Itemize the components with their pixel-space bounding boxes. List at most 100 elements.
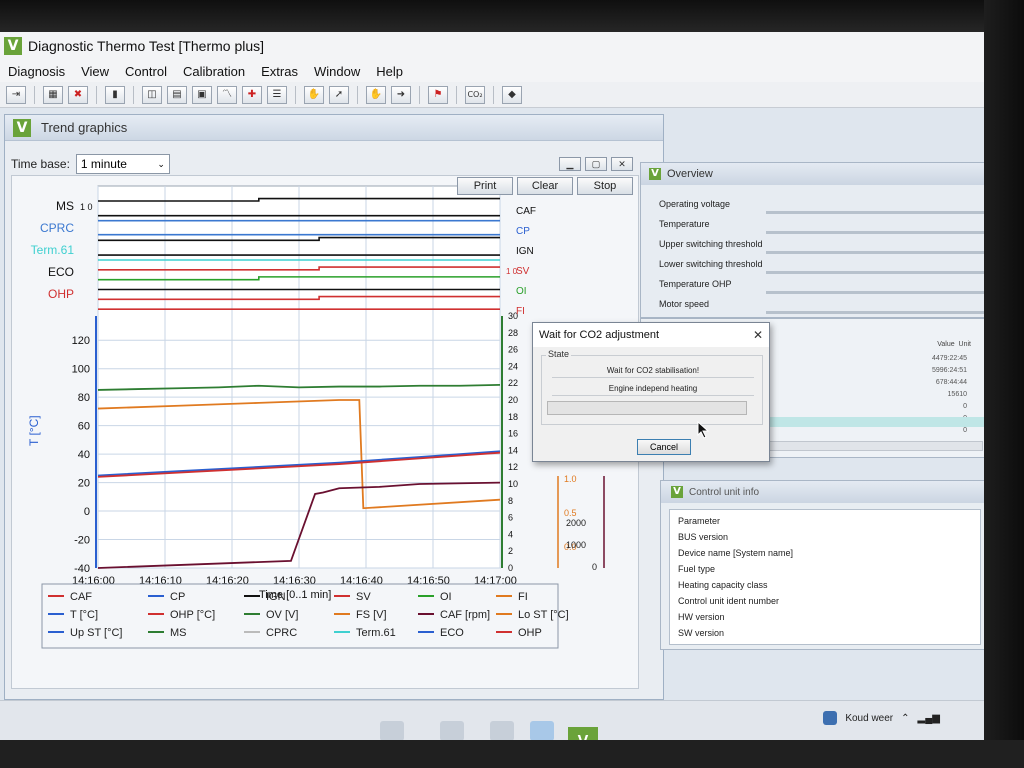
toolbar-separator (456, 85, 457, 104)
legend-label: OV [V] (266, 609, 298, 621)
y-left-tick-label: -20 (74, 535, 90, 547)
y-right-tick-label: 6 (508, 513, 513, 523)
hand-icon[interactable]: ✋ (304, 85, 324, 104)
overview-row-slider (766, 291, 996, 294)
flag-icon[interactable]: ⚑ (428, 85, 448, 104)
hand2-icon[interactable]: ✋ (366, 85, 386, 104)
co2-dialog-titlebar: Wait for CO2 adjustment ✕ (533, 323, 769, 347)
y-right-tick-label: 18 (508, 412, 518, 422)
legend-label: ECO (440, 627, 464, 639)
cu-info-item: HW version (678, 612, 725, 622)
y-right-tick-label: 20 (508, 395, 518, 405)
timebase-bar: Time base: 1 minute ⌄ (11, 153, 651, 175)
legend-label: T [°C] (70, 609, 98, 621)
monitor-bezel-top (0, 0, 1024, 32)
close-button[interactable]: ✕ (611, 157, 633, 171)
add-icon[interactable]: ✚ (242, 85, 262, 104)
window-logo-icon: V (13, 118, 31, 137)
device-icon[interactable]: ▮ (105, 85, 125, 104)
monitor-icon[interactable]: ▣ (192, 85, 212, 104)
taskbar-app-icon[interactable] (380, 721, 404, 741)
taskbar-browser-icon[interactable] (530, 721, 554, 741)
taskbar-app-icon[interactable] (440, 721, 464, 741)
digital-right-label: SV (516, 266, 530, 277)
co2-progress-bar (547, 401, 747, 415)
y-left-tick-label: 100 (72, 364, 90, 376)
toolbar: ⇥ ▦ ✖ ▮ ◫ ▤ ▣ 〽 ✚ ☰ ✋ ➚ ✋ ➜ ⚑ CO₂ ◆ (0, 82, 990, 108)
pointer-icon[interactable]: ➚ (329, 85, 349, 104)
clear-button[interactable]: Clear (517, 177, 573, 195)
y-right-tick-label: 24 (508, 361, 518, 371)
menu-extras[interactable]: Extras (253, 64, 306, 79)
list-icon[interactable]: ☰ (267, 85, 287, 104)
menu-view[interactable]: View (73, 64, 117, 79)
digital-left-label: OHP (48, 287, 74, 301)
graph-icon[interactable]: ◫ (142, 85, 162, 104)
digital-right-label: FI (516, 306, 525, 317)
digital-level-marker: 1 0 (506, 267, 518, 276)
y-right-tick-label: 22 (508, 378, 518, 388)
digital-left-label: CPRC (40, 221, 74, 235)
print-button[interactable]: Print (457, 177, 513, 195)
stop-button[interactable]: Stop (577, 177, 633, 195)
cancel-button[interactable]: Cancel (637, 439, 691, 455)
timebase-select[interactable]: 1 minute ⌄ (75, 154, 170, 174)
minimize-button[interactable]: ▁ (559, 157, 581, 171)
menu-diagnosis[interactable]: Diagnosis (0, 64, 73, 79)
overview-row-label: Operating voltage (659, 199, 731, 209)
chevron-up-icon[interactable]: ⌃ (901, 713, 909, 724)
y-right3-tick-label: 1.0 (564, 474, 577, 484)
y-left-tick-label: 60 (78, 421, 90, 433)
cu-info-item: SW version (678, 628, 725, 638)
overview-row-label: Temperature OHP (659, 279, 732, 289)
cu-info-list: Parameter BUS version Device name [System … (669, 509, 981, 645)
exit-icon[interactable]: ⇥ (6, 85, 26, 104)
y-left-tick-label: 0 (84, 506, 90, 518)
trend-icon[interactable]: 〽 (217, 85, 237, 104)
toolbar-separator (357, 85, 358, 104)
co2-status-line-2: Engine independ heating (552, 384, 754, 396)
y-right-tick-label: 10 (508, 479, 518, 489)
chart-icon[interactable]: ▦ (43, 85, 63, 104)
cu-info-item: Heating capacity class (678, 580, 768, 590)
digital-right-label: CP (516, 226, 530, 237)
screen: V Diagnostic Thermo Test [Thermo plus] D… (0, 0, 1024, 768)
menu-help[interactable]: Help (368, 64, 411, 79)
unit-header-label: Unit (958, 341, 971, 348)
legend-label: SV (356, 591, 371, 603)
taskbar-app-icon[interactable] (490, 721, 514, 741)
co2-icon[interactable]: CO₂ (465, 85, 485, 104)
x-tick-label: 14:17:00 (474, 575, 517, 587)
timebase-label: Time base: (11, 157, 70, 171)
arrow-icon[interactable]: ➜ (391, 85, 411, 104)
cu-info-item: Device name [System name] (678, 548, 794, 558)
overview-row-slider (766, 251, 996, 254)
legend-label: OHP (518, 627, 542, 639)
menu-calibration[interactable]: Calibration (175, 64, 253, 79)
y-right2-tick-label: 0 (592, 562, 597, 572)
close-icon[interactable]: ✕ (753, 328, 763, 342)
y-right-tick-label: 28 (508, 328, 518, 338)
x-tick-label: 14:16:00 (72, 575, 115, 587)
trend-title: Trend graphics (41, 120, 128, 135)
menu-window[interactable]: Window (306, 64, 368, 79)
control-unit-info-window: V Control unit info Parameter BUS version… (660, 480, 990, 650)
book-icon[interactable]: ◆ (502, 85, 522, 104)
network-icon[interactable]: ▂▄▆ (918, 713, 940, 724)
maximize-button[interactable]: ▢ (585, 157, 607, 171)
menu-control[interactable]: Control (117, 64, 175, 79)
value-row: 15610 (947, 391, 967, 398)
co2-dialog-title: Wait for CO2 adjustment (539, 329, 660, 341)
cu-info-titlebar: V Control unit info (661, 481, 989, 503)
cu-info-item: Parameter (678, 516, 721, 526)
menubar: Diagnosis View Control Calibration Extra… (0, 60, 990, 82)
overview-row-label: Temperature (659, 219, 710, 229)
overview-row-slider (766, 311, 996, 314)
stop-icon[interactable]: ✖ (68, 85, 88, 104)
cu-info-item: Fuel type (678, 564, 716, 574)
digital-right-label: IGN (516, 246, 534, 257)
y-left-axis-label: T [°C] (27, 415, 41, 446)
table-icon[interactable]: ▤ (167, 85, 187, 104)
value-row: 678:44:44 (935, 379, 967, 386)
y-left-tick-label: 80 (78, 392, 90, 404)
